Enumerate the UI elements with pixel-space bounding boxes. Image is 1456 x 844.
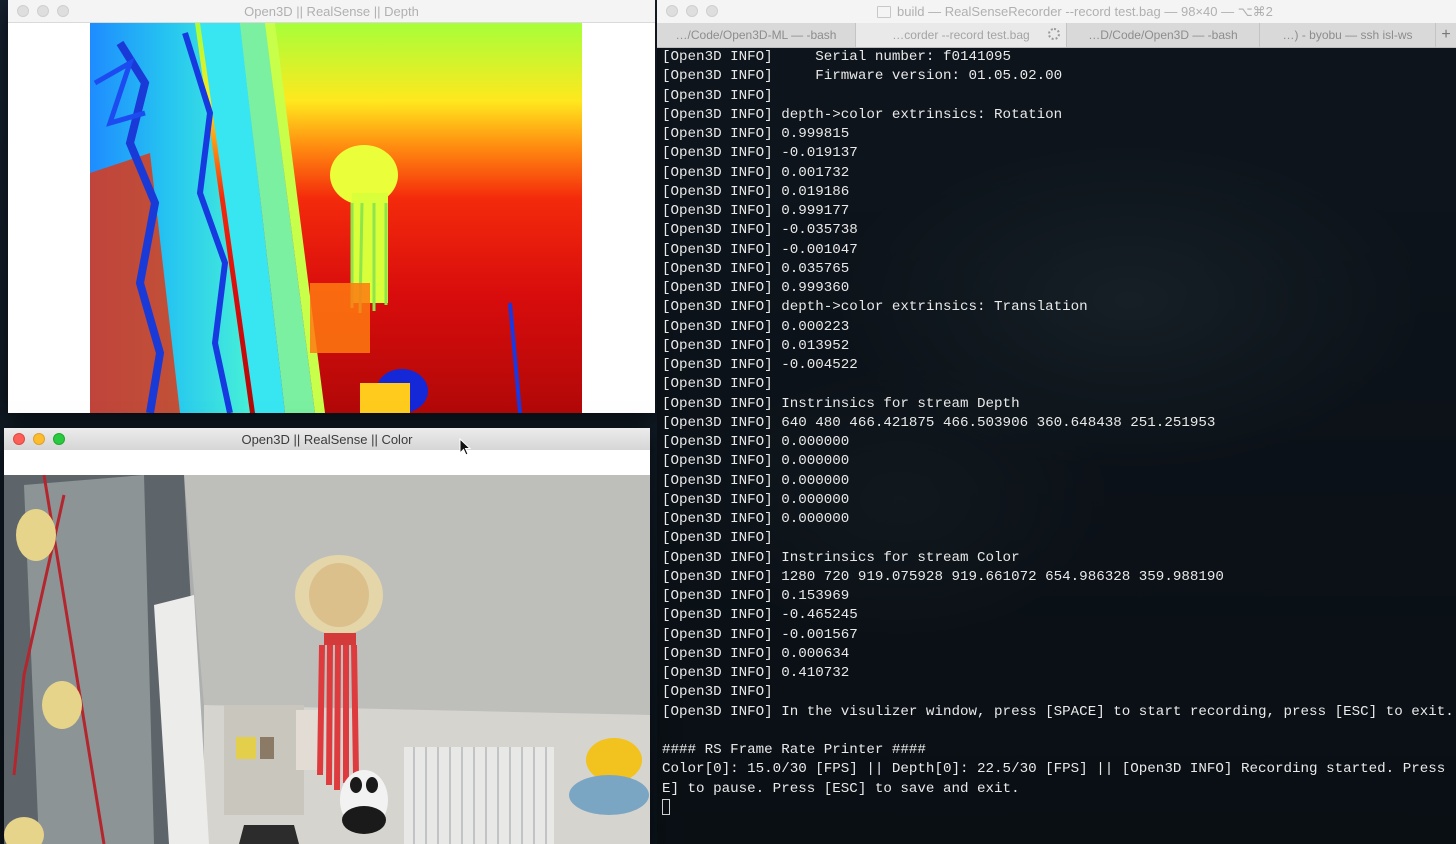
terminal-line: [Open3D INFO] 0.153969 — [662, 588, 850, 604]
terminal-line: [Open3D INFO] 0.999360 — [662, 280, 850, 296]
tab-label: …/Code/Open3D-ML — -bash — [675, 28, 837, 42]
terminal-line: [Open3D INFO] Instrinsics for stream Col… — [662, 549, 1020, 566]
window-controls — [17, 5, 69, 17]
terminal-line: [Open3D INFO] -0.004522 — [662, 357, 858, 373]
tab-recorder[interactable]: …corder --record test.bag — [856, 23, 1067, 47]
terminal-line: [Open3D INFO] 0.000000 — [662, 491, 850, 508]
zoom-button[interactable] — [706, 5, 718, 17]
terminal-line: [Open3D INFO] — [662, 376, 773, 393]
color-window[interactable]: Open3D || RealSense || Color — [4, 428, 650, 844]
terminal-line: [Open3D INFO] 0.035765 — [662, 260, 850, 277]
terminal-line: [Open3D INFO] 0.999177 — [662, 203, 850, 219]
terminal-line: [Open3D INFO] 0.000000 — [662, 453, 850, 470]
terminal-line: Color[0]: 15.0/30 [FPS] || Depth[0]: 22.… — [662, 761, 1456, 778]
terminal-output[interactable]: [Open3D INFO] Serial number: f0141095 [Op… — [662, 48, 1456, 844]
terminal-line: [Open3D INFO] In the visulizer window, p… — [662, 703, 1454, 720]
terminal-window-title: build — RealSenseRecorder --record test.… — [897, 3, 1273, 19]
depth-window-title: Open3D || RealSense || Depth — [244, 3, 419, 19]
terminal-line: E] to pause. Press [ESC] to save and exi… — [662, 780, 1020, 797]
new-tab-button[interactable]: + — [1436, 23, 1456, 47]
terminal-line: [Open3D INFO] 0.999815 — [662, 126, 850, 142]
terminal-line: [Open3D INFO] Firmware version: 01.05.02… — [662, 68, 1063, 85]
terminal-line: [Open3D INFO] 0.410732 — [662, 665, 850, 681]
terminal-line: [Open3D INFO] 0.013952 — [662, 337, 850, 354]
terminal-line: [Open3D INFO] Serial number: f0141095 — [662, 49, 1012, 65]
color-camera-image[interactable] — [4, 475, 650, 844]
tab-open3d-ml[interactable]: …/Code/Open3D-ML — -bash — [657, 23, 856, 47]
terminal-line: [Open3D INFO] 0.019186 — [662, 183, 850, 200]
terminal-line: [Open3D INFO] — [662, 87, 773, 104]
terminal-line: [Open3D INFO] -0.019137 — [662, 145, 858, 162]
terminal-folder-icon — [877, 5, 891, 18]
window-controls — [666, 5, 718, 17]
minimize-button[interactable] — [686, 5, 698, 17]
close-button[interactable] — [666, 5, 678, 17]
terminal-line: [Open3D INFO] Instrinsics for stream Dep… — [662, 395, 1020, 412]
terminal-line: [Open3D INFO] 0.000000 — [662, 511, 850, 527]
minimize-button[interactable] — [33, 433, 45, 445]
terminal-line: [Open3D INFO] -0.001047 — [662, 241, 858, 258]
depth-window-titlebar[interactable]: Open3D || RealSense || Depth — [8, 0, 655, 23]
color-window-titlebar[interactable]: Open3D || RealSense || Color — [4, 428, 650, 451]
terminal-line: #### RS Frame Rate Printer #### — [662, 742, 926, 758]
tab-byobu[interactable]: …) - byobu — ssh isl-ws — [1260, 23, 1436, 47]
text-cursor — [662, 799, 670, 815]
terminal-window[interactable]: build — RealSenseRecorder --record test.… — [657, 0, 1456, 844]
terminal-line: [Open3D INFO] 0.000223 — [662, 318, 850, 335]
terminal-line: [Open3D INFO] 0.000000 — [662, 434, 850, 450]
zoom-button[interactable] — [57, 5, 69, 17]
terminal-line: [Open3D INFO] -0.001567 — [662, 626, 858, 643]
terminal-line: [Open3D INFO] -0.465245 — [662, 607, 858, 624]
terminal-titlebar[interactable]: build — RealSenseRecorder --record test.… — [657, 0, 1456, 24]
close-button[interactable] — [17, 5, 29, 17]
terminal-line: [Open3D INFO] — [662, 530, 773, 547]
tab-label: …) - byobu — ssh isl-ws — [1282, 28, 1413, 42]
terminal-line: [Open3D INFO] depth->color extrinsics: R… — [662, 106, 1063, 123]
terminal-line: [Open3D INFO] depth->color extrinsics: T… — [662, 299, 1088, 316]
terminal-prompt-line[interactable] — [662, 799, 1456, 818]
terminal-tab-bar: …/Code/Open3D-ML — -bash …corder --recor… — [657, 23, 1456, 48]
terminal-line: [Open3D INFO] 0.000000 — [662, 472, 850, 489]
window-controls — [13, 433, 65, 445]
tab-label: …D/Code/Open3D — -bash — [1088, 28, 1238, 42]
mouse-cursor-icon — [459, 438, 471, 456]
depth-window[interactable]: Open3D || RealSense || Depth — [8, 0, 655, 413]
depth-image[interactable] — [90, 23, 582, 413]
close-button[interactable] — [13, 433, 25, 445]
terminal-line: [Open3D INFO] 1280 720 919.075928 919.66… — [662, 568, 1224, 585]
color-window-blank-strip — [4, 450, 650, 475]
zoom-button[interactable] — [53, 433, 65, 445]
tab-label: …corder --record test.bag — [892, 28, 1030, 42]
minimize-button[interactable] — [37, 5, 49, 17]
terminal-line: [Open3D INFO] 0.000634 — [662, 645, 850, 662]
spinner-icon — [1048, 28, 1060, 40]
terminal-line: [Open3D INFO] -0.035738 — [662, 222, 858, 239]
terminal-line: [Open3D INFO] 0.001732 — [662, 164, 850, 181]
tab-open3d[interactable]: …D/Code/Open3D — -bash — [1067, 23, 1260, 47]
terminal-line: [Open3D INFO] — [662, 684, 773, 701]
color-window-title: Open3D || RealSense || Color — [241, 431, 413, 447]
terminal-line: [Open3D INFO] 640 480 466.421875 466.503… — [662, 414, 1216, 431]
